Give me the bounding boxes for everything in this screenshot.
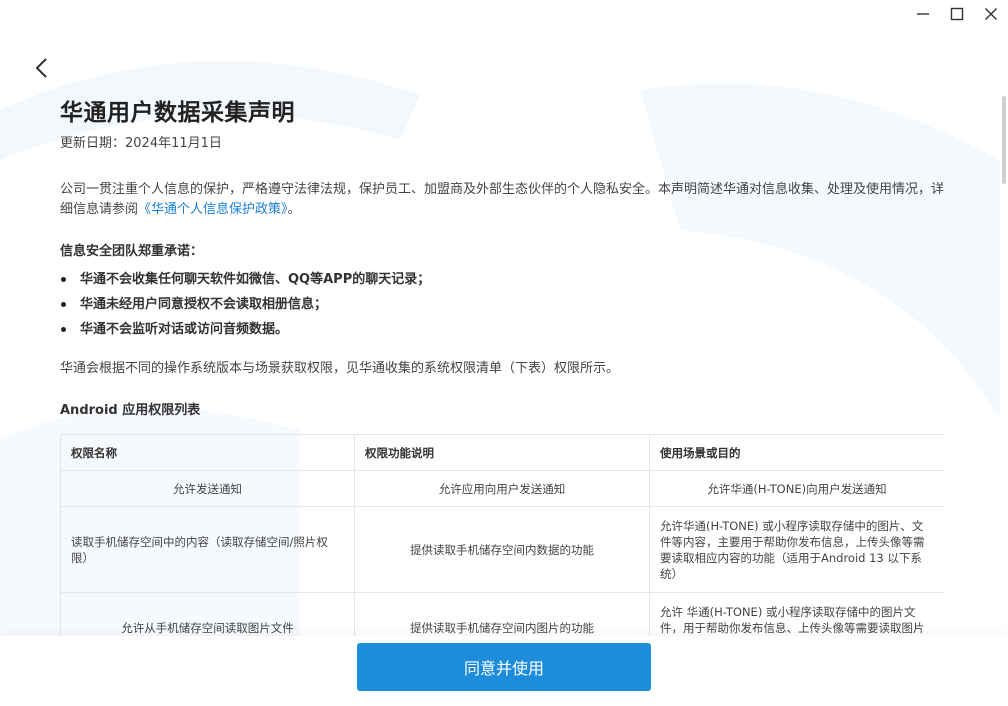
column-header: 权限功能说明 <box>354 434 650 471</box>
intro-paragraph: 公司一贯注重个人信息的保护，严格遵守法律法规，保护员工、加盟商及外部生态伙伴的个… <box>60 180 944 220</box>
table-cell: 提供读取手机储存空间内图片的功能 <box>354 592 650 636</box>
table-title: Android 应用权限列表 <box>60 403 201 418</box>
table-row: 读取手机储存空间中的内容（读取存储空间/照片权限） 提供读取手机储存空间内数据的… <box>60 506 944 593</box>
table-cell: 允许发送通知 <box>60 470 355 507</box>
bullet-icon <box>61 302 66 307</box>
back-button[interactable] <box>28 54 56 82</box>
promise-list: 华通不会收集任何聊天软件如微信、QQ等APP的聊天记录； 华通未经用户同意授权不… <box>60 267 944 342</box>
page-title: 华通用户数据采集声明 <box>60 100 295 126</box>
bullet-icon <box>61 327 66 332</box>
scrollbar[interactable] <box>1000 90 1008 636</box>
update-date: 更新日期：2024年11月1日 <box>60 136 222 151</box>
table-cell: 允许 华通(H-TONE) 或小程序读取存储中的图片文件，用于帮助你发布信息、上… <box>649 592 944 636</box>
column-header: 使用场景或目的 <box>649 434 944 471</box>
table-header-row: 权限名称 权限功能说明 使用场景或目的 <box>60 434 944 471</box>
maximize-icon[interactable] <box>940 0 974 28</box>
table-cell: 读取手机储存空间中的内容（读取存储空间/照片权限） <box>60 506 355 593</box>
table-cell: 提供读取手机储存空间内数据的功能 <box>354 506 650 593</box>
list-item: 华通不会收集任何聊天软件如微信、QQ等APP的聊天记录； <box>60 267 944 292</box>
list-item-text: 华通不会收集任何聊天软件如微信、QQ等APP的聊天记录； <box>80 272 431 287</box>
chevron-left-icon <box>35 58 47 78</box>
table-row: 允许从手机储存空间读取图片文件 提供读取手机储存空间内图片的功能 允许 华通(H… <box>60 592 944 636</box>
table-cell: 允许华通(H-TONE)向用户发送通知 <box>649 470 944 507</box>
close-icon[interactable] <box>974 0 1008 28</box>
column-header: 权限名称 <box>60 434 355 471</box>
privacy-policy-link[interactable]: 《华通个人信息保护政策》 <box>138 202 288 217</box>
window-controls <box>906 0 1008 28</box>
list-item-text: 华通未经用户同意授权不会读取相册信息； <box>80 297 328 312</box>
list-item: 华通不会监听对话或访问音频数据。 <box>60 317 944 342</box>
table-cell: 允许华通(H-TONE) 或小程序读取存储中的图片、文件等内容，主要用于帮助你发… <box>649 506 944 593</box>
promise-heading: 信息安全团队郑重承诺： <box>60 244 204 259</box>
statement-content: 华通用户数据采集声明 更新日期：2024年11月1日 公司一贯注重个人信息的保护… <box>60 96 944 636</box>
minimize-icon[interactable] <box>906 0 940 28</box>
agree-button[interactable]: 同意并使用 <box>357 643 651 691</box>
intro-end: 。 <box>287 202 301 217</box>
permission-note: 华通会根据不同的操作系统版本与场景获取权限，见华通收集的系统权限清单（下表）权限… <box>60 361 620 376</box>
scrollbar-thumb[interactable] <box>1002 96 1006 184</box>
table-row: 允许发送通知 允许应用向用户发送通知 允许华通(H-TONE)向用户发送通知 <box>60 470 944 507</box>
list-item: 华通未经用户同意授权不会读取相册信息； <box>60 292 944 317</box>
table-cell: 允许应用向用户发送通知 <box>354 470 650 507</box>
bullet-icon <box>61 277 66 282</box>
list-item-text: 华通不会监听对话或访问音频数据。 <box>80 322 289 337</box>
permission-table: 权限名称 权限功能说明 使用场景或目的 允许发送通知 允许应用向用户发送通知 允… <box>60 434 944 636</box>
table-cell: 允许从手机储存空间读取图片文件 <box>60 592 355 636</box>
